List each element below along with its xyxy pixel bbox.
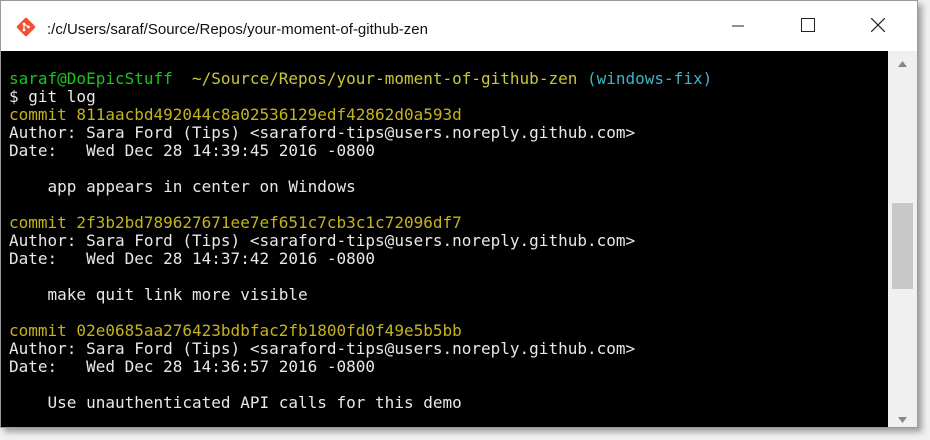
commit-date: Date: Wed Dec 28 14:39:45 2016 -0800 <box>9 141 376 160</box>
title-bar[interactable]: :/c/Users/saraf/Source/Repos/your-moment… <box>1 1 917 51</box>
commit-author: Author: Sara Ford (Tips) <saraford-tips@… <box>9 339 636 358</box>
maximize-icon <box>801 17 815 36</box>
commit-date: Date: Wed Dec 28 14:36:57 2016 -0800 <box>9 357 376 376</box>
vertical-scrollbar[interactable] <box>888 51 917 427</box>
scroll-down-button[interactable] <box>888 407 917 427</box>
commit-message: make quit link more visible <box>9 285 308 304</box>
commit-date: Date: Wed Dec 28 14:37:42 2016 -0800 <box>9 249 376 268</box>
scroll-up-button[interactable] <box>888 51 917 71</box>
window-title: :/c/Users/saraf/Source/Repos/your-moment… <box>47 21 428 38</box>
git-icon[interactable] <box>16 17 36 37</box>
commit-message: Use unauthenticated API calls for this d… <box>9 393 462 412</box>
prompt-path: ~/Source/Repos/your-moment-of-github-zen <box>192 69 578 88</box>
commit-hash: commit 811aacbd492044c8a02536129edf42862… <box>9 105 462 124</box>
scroll-up-icon <box>898 52 907 71</box>
terminal-window: :/c/Users/saraf/Source/Repos/your-moment… <box>0 0 918 428</box>
scroll-down-icon <box>898 408 907 427</box>
commit-message: app appears in center on Windows <box>9 177 356 196</box>
scrollbar-thumb[interactable] <box>892 203 913 289</box>
prompt-user-host: saraf@DoEpicStuff <box>9 69 173 88</box>
commit-author: Author: Sara Ford (Tips) <saraford-tips@… <box>9 123 636 142</box>
commit-author: Author: Sara Ford (Tips) <saraford-tips@… <box>9 231 636 250</box>
terminal-output[interactable]: saraf@DoEpicStuff ~/Source/Repos/your-mo… <box>1 51 888 427</box>
prompt-line: saraf@DoEpicStuff ~/Source/Repos/your-mo… <box>9 70 712 88</box>
command-line: $ git log <box>9 87 96 106</box>
terminal-lines: saraf@DoEpicStuff ~/Source/Repos/your-mo… <box>9 70 712 412</box>
maximize-button[interactable] <box>777 1 839 51</box>
minimize-button[interactable] <box>707 1 769 51</box>
commit-hash: commit 2f3b2bd789627671ee7ef651c7cb3c1c7… <box>9 213 462 232</box>
close-button[interactable] <box>847 1 909 51</box>
prompt-branch: (windows-fix) <box>586 69 713 88</box>
commit-hash: commit 02e0685aa276423bdbfac2fb1800fd0f4… <box>9 321 462 340</box>
close-icon <box>870 17 886 36</box>
minimize-icon <box>732 17 744 36</box>
